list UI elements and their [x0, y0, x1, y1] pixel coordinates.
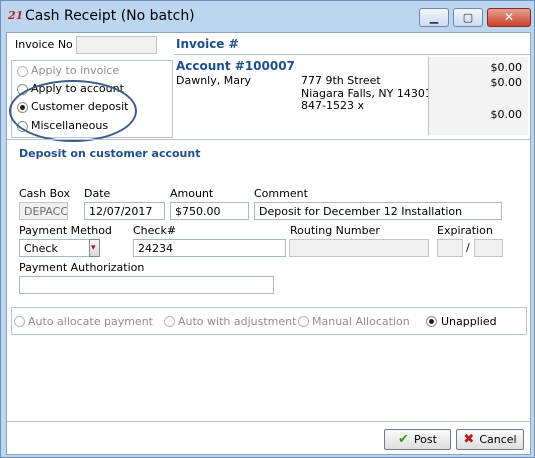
expiration-separator: /: [466, 241, 470, 254]
minimize-button[interactable]: ▁: [419, 8, 449, 27]
expiration-year-field[interactable]: [474, 239, 503, 257]
cancel-button[interactable]: ✖ Cancel: [456, 429, 524, 450]
date-label: Date: [84, 187, 111, 200]
payment-method-select[interactable]: Check: [19, 239, 90, 257]
routing-number-field[interactable]: [289, 239, 429, 257]
invoice-no-row: Invoice No: [7, 33, 174, 59]
chevron-down-icon: ▾: [91, 243, 96, 253]
payment-method-label: Payment Method: [19, 224, 112, 237]
cash-box-label: Cash Box: [19, 187, 71, 200]
invoice-panel-header: Invoice #: [174, 33, 530, 55]
customer-name: Dawnly, Mary: [176, 74, 252, 87]
unapplied-label: Unapplied: [441, 315, 497, 328]
comment-label: Comment: [254, 187, 308, 200]
routing-number-label: Routing Number: [290, 224, 380, 237]
window-title: Cash Receipt (No batch): [25, 8, 195, 24]
amounts-box: $0.00 $0.00 $0.00: [428, 57, 528, 135]
title-bar[interactable]: 21 Cash Receipt (No batch) ▁ ▢ ✕: [1, 1, 534, 33]
unapplied-radio[interactable]: [426, 316, 437, 327]
address-line1: 777 9th Street: [301, 74, 381, 87]
maximize-button[interactable]: ▢: [453, 8, 483, 27]
x-icon: ✖: [463, 432, 475, 447]
post-button[interactable]: ✔ Post: [384, 429, 451, 450]
expiration-month-field[interactable]: [437, 239, 463, 257]
amount-field[interactable]: $750.00: [170, 202, 249, 220]
cash-box-field[interactable]: DEPACCT: [19, 202, 68, 220]
invoice-number-heading: Invoice #: [176, 37, 239, 51]
expiration-label: Expiration: [437, 224, 493, 237]
auto-with-adjustment-label: Auto with adjustment: [178, 315, 297, 328]
highlight-ellipse: [9, 80, 137, 142]
cancel-button-label: Cancel: [479, 433, 517, 446]
app-logo-icon: 21: [8, 9, 24, 22]
auto-allocate-radio[interactable]: [14, 316, 25, 327]
auto-with-adjustment-radio[interactable]: [164, 316, 175, 327]
account-number: Account #100007: [176, 59, 295, 73]
apply-to-invoice-radio[interactable]: [17, 66, 28, 77]
auto-allocate-label: Auto allocate payment: [28, 315, 153, 328]
payment-authorization-label: Payment Authorization: [19, 261, 145, 274]
cash-receipt-window: 21 Cash Receipt (No batch) ▁ ▢ ✕ Invoice…: [0, 0, 535, 458]
payment-method-dropdown-button[interactable]: ▾: [89, 239, 100, 257]
phone-number: 847-1523 x: [301, 99, 364, 112]
maximize-icon: ▢: [462, 11, 474, 24]
amount-value-2: $0.00: [490, 76, 523, 89]
amount-value-1: $0.00: [490, 61, 523, 74]
manual-allocation-radio[interactable]: [298, 316, 309, 327]
button-bar: ✔ Post ✖ Cancel: [7, 421, 530, 454]
check-number-label: Check#: [133, 224, 177, 237]
apply-to-invoice-label: Apply to invoice: [31, 64, 120, 77]
payment-authorization-field[interactable]: [19, 276, 274, 294]
close-button[interactable]: ✕: [487, 8, 531, 27]
minimize-icon: ▁: [429, 11, 439, 24]
checkmark-icon: ✔: [398, 432, 409, 447]
manual-allocation-label: Manual Allocation: [312, 315, 410, 328]
invoice-no-field[interactable]: [76, 36, 157, 54]
deposit-section-title: Deposit on customer account: [19, 147, 201, 160]
check-number-field[interactable]: 24234: [133, 239, 286, 257]
section-divider: [7, 139, 530, 140]
post-button-label: Post: [413, 433, 437, 446]
date-field[interactable]: 12/07/2017: [84, 202, 165, 220]
dialog-body: Invoice No Apply to invoice Apply to acc…: [6, 32, 531, 455]
invoice-no-label: Invoice No: [15, 38, 73, 51]
close-icon: ✕: [503, 10, 515, 24]
comment-field[interactable]: Deposit for December 12 Installation: [254, 202, 502, 220]
invoice-panel: Invoice # Account #100007 Dawnly, Mary 7…: [174, 33, 530, 137]
amount-label: Amount: [170, 187, 214, 200]
amount-value-3: $0.00: [490, 108, 523, 121]
